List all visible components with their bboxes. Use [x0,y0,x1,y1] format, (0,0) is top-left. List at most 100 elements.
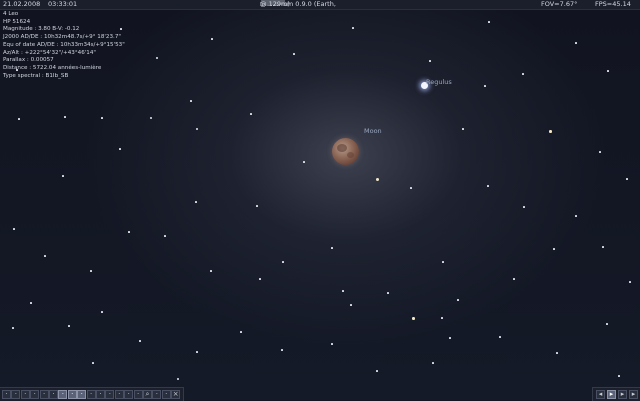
atmosphere-button[interactable]: · [67,390,77,399]
star[interactable] [442,261,444,263]
star[interactable] [256,205,258,207]
star[interactable] [150,117,152,119]
star[interactable] [487,185,489,187]
star[interactable] [90,270,92,272]
star[interactable] [499,336,501,338]
star[interactable] [190,100,192,102]
moon[interactable] [332,138,359,165]
star[interactable] [62,175,64,177]
constellation-art-button[interactable]: · [20,390,30,399]
star[interactable] [177,378,179,380]
star[interactable] [549,130,552,133]
star[interactable] [13,228,15,230]
real-time-icon: ▸ [620,390,625,398]
star[interactable] [513,278,515,280]
star[interactable] [331,247,333,249]
star[interactable] [441,317,443,319]
fast-forward-button[interactable]: ▸ [629,390,638,399]
star[interactable] [293,53,295,55]
star[interactable] [195,201,197,203]
star[interactable] [164,235,166,237]
star[interactable] [553,248,555,250]
constellation-lines-button[interactable]: · [2,390,11,399]
telescope-button[interactable]: · [133,390,143,399]
nebulae-button[interactable]: · [77,390,87,399]
star[interactable] [488,21,490,23]
star[interactable] [120,28,122,30]
star[interactable] [211,38,213,40]
star[interactable] [484,85,486,87]
star[interactable] [331,343,333,345]
star[interactable] [575,215,577,217]
star[interactable] [16,69,18,71]
ground-button[interactable]: · [49,390,58,399]
star[interactable] [18,118,20,120]
star[interactable] [429,60,431,62]
star[interactable] [68,325,70,327]
search-button[interactable]: ⌕ [143,390,152,399]
star[interactable] [240,331,242,333]
star[interactable] [128,231,130,233]
star[interactable] [303,161,305,163]
equatorial-mount-button[interactable]: · [96,390,105,399]
star[interactable] [575,42,577,44]
app-title-suffix: @ 129m) [260,0,290,8]
star[interactable] [410,187,412,189]
star[interactable] [30,302,32,304]
play-button[interactable]: ▸ [607,390,616,399]
star[interactable] [44,255,46,257]
star[interactable] [432,362,434,364]
star[interactable] [626,178,628,180]
full-screen-button[interactable]: · [124,390,134,399]
equatorial-grid-button[interactable]: · [30,390,40,399]
star[interactable] [457,299,459,301]
rewind-button[interactable]: ◂ [596,390,605,399]
star[interactable] [449,337,451,339]
star[interactable] [387,292,389,294]
regulus-label: Regulus [426,78,452,86]
star[interactable] [139,340,141,342]
star[interactable] [101,117,103,119]
star[interactable] [606,323,608,325]
star[interactable] [602,246,604,248]
star[interactable] [376,178,379,181]
star[interactable] [196,128,198,130]
star[interactable] [64,116,66,118]
star[interactable] [352,27,354,29]
star[interactable] [599,151,601,153]
star[interactable] [282,261,284,263]
star[interactable] [101,311,103,313]
star[interactable] [210,270,212,272]
star[interactable] [196,351,198,353]
star[interactable] [119,148,121,150]
star[interactable] [350,304,352,306]
cardinal-points-button[interactable]: · [58,390,68,399]
planet-hints-button[interactable]: · [86,390,96,399]
star[interactable] [376,370,378,372]
night-mode-icon: · [118,390,121,398]
star[interactable] [342,290,344,292]
configuration-button[interactable]: · [152,390,162,399]
star[interactable] [618,375,620,377]
star[interactable] [462,128,464,130]
azimuthal-grid-button[interactable]: · [39,390,49,399]
help-button[interactable]: · [161,390,171,399]
constellation-names-button[interactable]: · [11,390,21,399]
star[interactable] [629,281,631,283]
star[interactable] [522,73,524,75]
night-mode-button[interactable]: · [114,390,124,399]
star[interactable] [12,327,14,329]
quit-button[interactable]: × [171,390,181,399]
star[interactable] [607,70,609,72]
star[interactable] [281,349,283,351]
star[interactable] [412,317,415,320]
object-info-line: Parallax : 0.00057 [3,57,54,64]
real-time-button[interactable]: ▸ [618,390,627,399]
star[interactable] [556,352,558,354]
star[interactable] [156,57,158,59]
star[interactable] [259,278,261,280]
star[interactable] [92,362,94,364]
center-object-button[interactable]: · [105,390,115,399]
star[interactable] [523,206,525,208]
star[interactable] [250,113,252,115]
